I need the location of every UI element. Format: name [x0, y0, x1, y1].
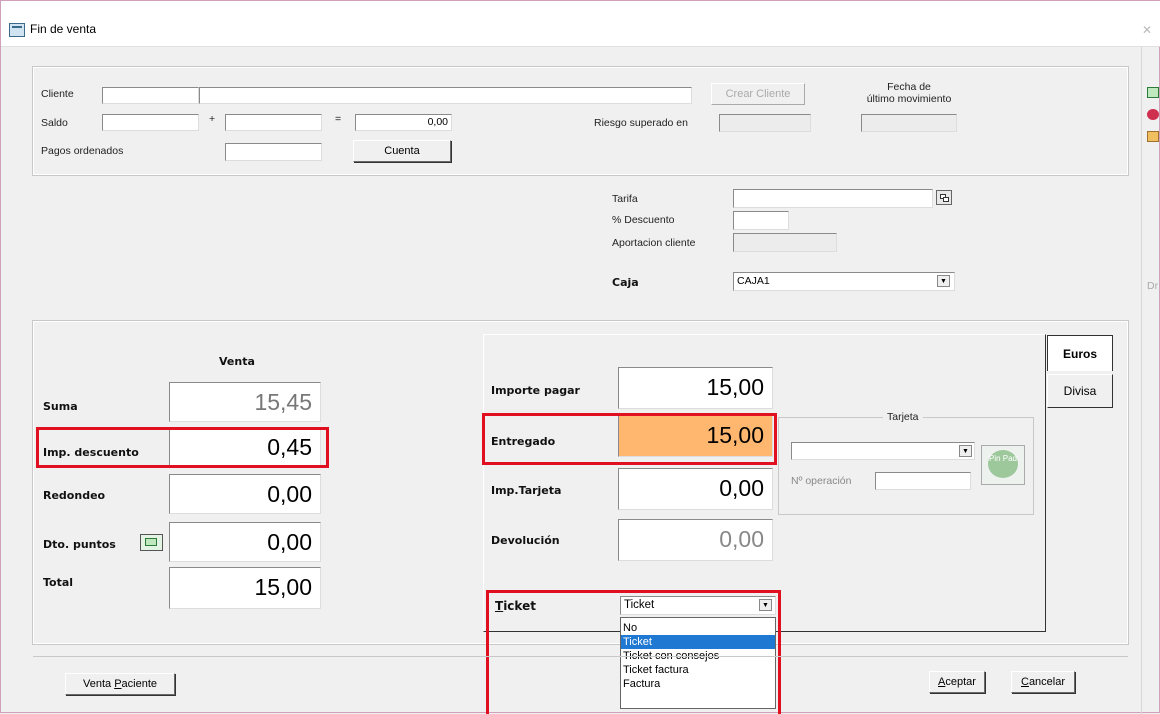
suma-value: 15,45 [169, 382, 321, 422]
pagos-label: Pagos ordenados [41, 145, 124, 157]
dialog-window: Fin de venta ✕ Cliente Crear Cliente Fec… [0, 0, 1160, 714]
aceptar-button[interactable]: Aceptar [929, 671, 985, 693]
pinpad-button[interactable]: Pin Pad [981, 445, 1025, 485]
pagos-input[interactable] [225, 143, 322, 161]
title-bar: Fin de venta ✕ [1, 1, 1160, 47]
tarjeta-type-select[interactable] [791, 442, 975, 460]
cuenta-button[interactable]: Cuenta [353, 140, 451, 162]
descuento-highlight-box [36, 427, 329, 468]
riesgo-input [719, 114, 811, 132]
fecha-input [861, 114, 957, 132]
tab-divisa[interactable]: Divisa [1047, 374, 1113, 408]
cancelar-button[interactable]: Cancelar [1011, 671, 1075, 693]
total-label: Total [43, 576, 74, 589]
devolucion-label: Devolución [491, 534, 560, 547]
importe-value: 15,00 [618, 367, 773, 409]
caja-label: Caja [612, 276, 639, 289]
redondeo-value[interactable]: 0,00 [169, 474, 321, 514]
saldo-input-1[interactable] [102, 114, 199, 131]
caja-select[interactable]: CAJA1 [733, 272, 955, 291]
tarifa-input[interactable] [733, 189, 933, 208]
aportacion-label: Aportacion cliente [612, 237, 696, 249]
footer-divider [33, 656, 1128, 657]
total-value: 15,00 [169, 567, 321, 609]
side-card-icon[interactable] [1147, 87, 1159, 98]
tarjeta-group-label: Tarjeta [883, 411, 923, 423]
importe-label: Importe pagar [491, 384, 580, 397]
tarifa-lookup-icon[interactable] [936, 190, 952, 205]
caja-chevron-down-icon[interactable]: ▼ [937, 275, 950, 287]
tab-euros[interactable]: Euros [1047, 335, 1113, 371]
suma-label: Suma [43, 400, 78, 413]
descuento-input[interactable] [733, 211, 789, 230]
tarjeta-chevron-down-icon[interactable]: ▼ [959, 445, 972, 457]
app-window-icon [9, 23, 25, 37]
puntos-value[interactable]: 0,00 [169, 522, 321, 562]
window-title: Fin de venta [30, 22, 97, 36]
ticket-highlight-box [486, 590, 781, 714]
cliente-label: Cliente [41, 88, 74, 100]
venta-header: Venta [219, 355, 255, 368]
venta-paciente-button[interactable]: Venta Paciente [65, 673, 175, 695]
tarifa-label: Tarifa [612, 193, 638, 205]
close-icon[interactable]: ✕ [1142, 23, 1152, 37]
plus-sign: + [209, 113, 216, 125]
tarjeta-amount-label: Imp.Tarjeta [491, 484, 562, 497]
saldo-label: Saldo [41, 117, 68, 129]
cliente-code-input[interactable] [102, 87, 199, 104]
side-label: Dr [1147, 280, 1159, 292]
descuento-label: % Descuento [612, 214, 675, 226]
operacion-label: Nº operación [791, 475, 852, 487]
fecha-label: Fecha de último movimiento [866, 81, 952, 105]
equals-sign: = [335, 113, 342, 125]
side-strip-divider [1141, 47, 1142, 714]
riesgo-label: Riesgo superado en [594, 117, 688, 129]
operacion-input[interactable] [875, 472, 971, 490]
crear-cliente-button[interactable]: Crear Cliente [711, 83, 805, 105]
side-red-icon[interactable] [1147, 109, 1159, 120]
aportacion-input [733, 233, 837, 252]
entregado-highlight-box [482, 413, 777, 465]
tarjeta-amount-input[interactable]: 0,00 [618, 468, 773, 510]
puntos-card-icon[interactable] [140, 534, 163, 551]
redondeo-label: Redondeo [43, 489, 106, 502]
pinpad-icon: Pin Pad [988, 450, 1018, 478]
saldo-total-input[interactable]: 0,00 [355, 114, 452, 131]
cliente-name-input[interactable] [199, 87, 692, 104]
side-folder-icon[interactable] [1147, 131, 1159, 142]
puntos-label: Dto. puntos [43, 538, 116, 551]
devolucion-value: 0,00 [618, 519, 773, 561]
saldo-input-2[interactable] [225, 114, 322, 131]
